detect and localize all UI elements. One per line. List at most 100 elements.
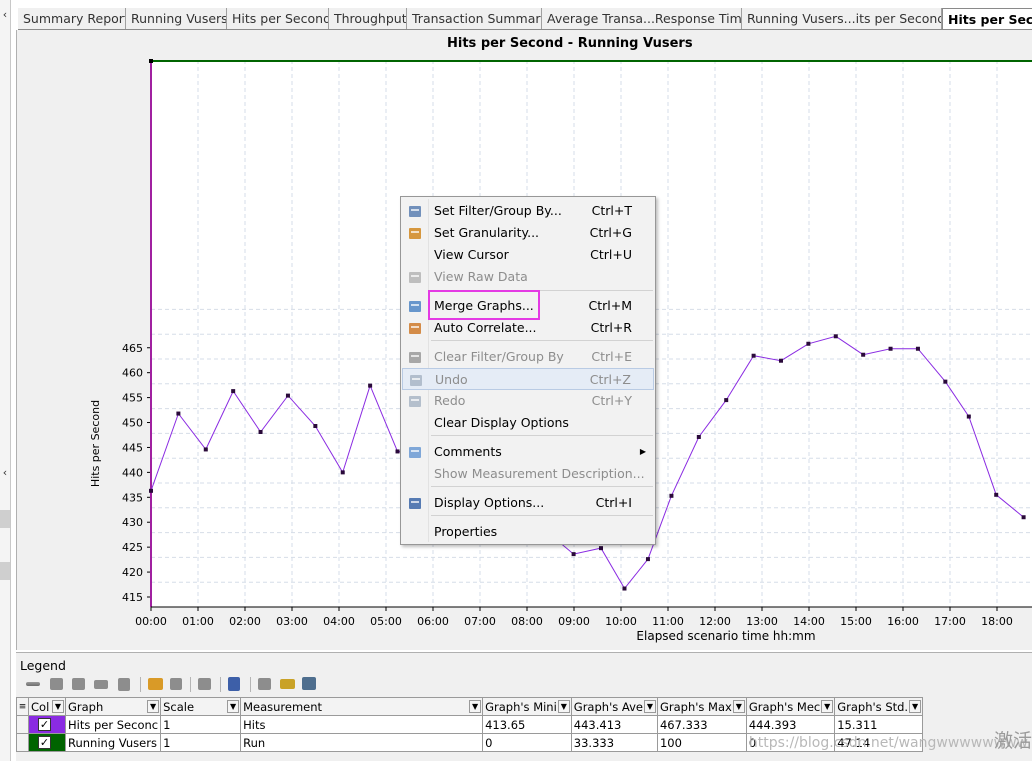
series-hits-per-second-point [966, 414, 971, 419]
x-tick-label: 02:00 [229, 615, 261, 628]
legend-color-cell[interactable]: ✓ [28, 715, 66, 734]
menu-item-display-options[interactable]: Display Options... Ctrl+I [402, 492, 654, 514]
row-selector-header[interactable]: ≡ [16, 697, 29, 716]
col-header-scale[interactable]: Scale ▼ [160, 697, 242, 716]
series-hits-per-second-point [258, 429, 263, 434]
menu-item-view-cursor[interactable]: View Cursor Ctrl+U [402, 244, 654, 266]
filter-icon[interactable] [118, 678, 130, 691]
dropdown-arrow-icon[interactable]: ▼ [557, 700, 570, 713]
menu-item-undo[interactable]: Undo Ctrl+Z [402, 368, 654, 390]
menu-item-clear-display-options[interactable]: Clear Display Options [402, 412, 654, 434]
comments-icon [407, 445, 423, 460]
tab-hits-per-second[interactable]: Hits per Second [227, 8, 329, 29]
col-header-graph[interactable]: Graph ▼ [64, 697, 162, 716]
legend-avg: 33.333 [570, 733, 658, 752]
tab-throughput[interactable]: Throughput [329, 8, 407, 29]
menu-separator [431, 486, 653, 487]
menu-item-set-granularity[interactable]: Set Granularity... Ctrl+G [402, 222, 654, 244]
menu-item-label: Properties [434, 524, 498, 539]
legend-median: 444.393 [745, 715, 836, 734]
side-tab[interactable] [0, 562, 10, 580]
legend-max: 467.333 [656, 715, 747, 734]
legend-min: 0 [482, 733, 572, 752]
graph-tab-bar: Summary Report Running Vusers Hits per Sec… [18, 8, 1032, 30]
collapse-arrow-icon[interactable]: ‹ [0, 8, 10, 22]
legend-graph-name: Running Vusers [64, 733, 162, 752]
legend-measurement: Run [240, 733, 484, 752]
legend-color-cell[interactable]: ✓ [28, 733, 66, 752]
series-hits-per-second-point [806, 341, 811, 346]
link-icon[interactable] [94, 680, 108, 689]
col-header-max[interactable]: Graph's Max ▼ [656, 697, 747, 716]
tab-average-transa-response-time[interactable]: Average Transa...Response Time [542, 8, 742, 29]
menu-separator [431, 340, 653, 341]
dropdown-arrow-icon[interactable]: ▼ [52, 700, 64, 713]
menu-item-set-filter-group-by[interactable]: Set Filter/Group By... Ctrl+T [402, 200, 654, 222]
series-hits-per-second-point [888, 346, 893, 351]
col-header-min[interactable]: Graph's Mini ▼ [482, 697, 572, 716]
legend-measurement: Hits [240, 715, 484, 734]
bookmark-icon[interactable] [228, 677, 240, 691]
submenu-arrow-icon: ▶ [639, 447, 646, 456]
col-header-color[interactable]: Col ▼ [28, 697, 66, 716]
row-selector[interactable] [16, 733, 29, 752]
x-tick-label: 08:00 [511, 615, 543, 628]
tab-running-vusers[interactable]: Running Vusers [126, 8, 227, 29]
menu-item-show-measurement-description[interactable]: Show Measurement Description... [402, 463, 654, 485]
filter-icon [407, 204, 423, 219]
scale-icon[interactable] [280, 679, 295, 689]
export-icon[interactable] [148, 678, 163, 690]
clear-filter-icon [407, 350, 423, 365]
menu-item-shortcut: Ctrl+I [595, 495, 632, 510]
merge-graphs-icon [407, 299, 423, 314]
tab-summary-report[interactable]: Summary Report [18, 8, 126, 29]
y-tick-label: 415 [122, 591, 143, 604]
x-tick-label: 15:00 [840, 615, 872, 628]
col-header-measurement[interactable]: Measurement ▼ [240, 697, 484, 716]
series-hits-per-second-point [645, 557, 650, 562]
show-checkbox[interactable]: ✓ [38, 718, 51, 731]
menu-item-auto-correlate[interactable]: Auto Correlate... Ctrl+R [402, 317, 654, 339]
collapse-arrow-icon[interactable]: ‹ [0, 466, 10, 480]
series-hits-per-second-point [313, 424, 318, 429]
copy-icon[interactable] [170, 678, 182, 690]
legend-row[interactable]: ✓ Hits per Seconc 1 Hits 413.65 443.413 … [16, 715, 924, 734]
show-only-icon[interactable] [72, 678, 85, 690]
tab-running-vusers-its-per-second[interactable]: Running Vusers...its per Second [742, 8, 942, 29]
configure-icon[interactable] [258, 678, 271, 690]
x-tick-label: 12:00 [699, 615, 731, 628]
properties-icon[interactable] [302, 677, 316, 690]
row-selector[interactable] [16, 715, 29, 734]
col-header-median[interactable]: Graph's Mec ▼ [745, 697, 836, 716]
menu-item-redo[interactable]: Redo Ctrl+Y [402, 390, 654, 412]
col-header-std[interactable]: Graph's Std. ▼ [834, 697, 924, 716]
dropdown-arrow-icon[interactable]: ▼ [909, 700, 922, 713]
tab-transaction-summary[interactable]: Transaction Summary [407, 8, 542, 29]
dropdown-arrow-icon[interactable]: ▼ [732, 700, 745, 713]
undo-icon [408, 373, 424, 388]
side-tab[interactable] [0, 510, 10, 528]
menu-item-view-raw-data[interactable]: View Raw Data [402, 266, 654, 288]
menu-item-comments[interactable]: Comments ▶ [402, 441, 654, 463]
show-checkbox[interactable]: ✓ [38, 736, 51, 749]
dropdown-arrow-icon[interactable]: ▼ [227, 700, 240, 713]
dropdown-arrow-icon[interactable]: ▼ [643, 700, 656, 713]
dropdown-arrow-icon[interactable]: ▼ [147, 700, 160, 713]
series-hits-per-second-point [571, 552, 576, 557]
col-header-avg[interactable]: Graph's Ave ▼ [570, 697, 658, 716]
graph-context-menu: Set Filter/Group By... Ctrl+T Set Granular… [400, 196, 656, 545]
menu-item-clear-filter-group-by[interactable]: Clear Filter/Group By Ctrl+E [402, 346, 654, 368]
menu-item-label: View Cursor [434, 247, 509, 262]
series-hits-per-second-point [1021, 515, 1026, 520]
series-hits-per-second-point [176, 411, 181, 416]
show-graph-icon[interactable] [26, 682, 40, 686]
y-tick-label: 465 [122, 342, 143, 355]
columns-icon[interactable] [198, 678, 211, 690]
hide-graph-icon[interactable] [50, 678, 63, 690]
dropdown-arrow-icon[interactable]: ▼ [821, 700, 834, 713]
legend-std: 15.311 [834, 715, 924, 734]
tab-hits-per-second[interactable]: Hits per Second [942, 8, 1032, 29]
menu-item-properties[interactable]: Properties [402, 521, 654, 543]
x-tick-label: 14:00 [793, 615, 825, 628]
dropdown-arrow-icon[interactable]: ▼ [469, 700, 482, 713]
